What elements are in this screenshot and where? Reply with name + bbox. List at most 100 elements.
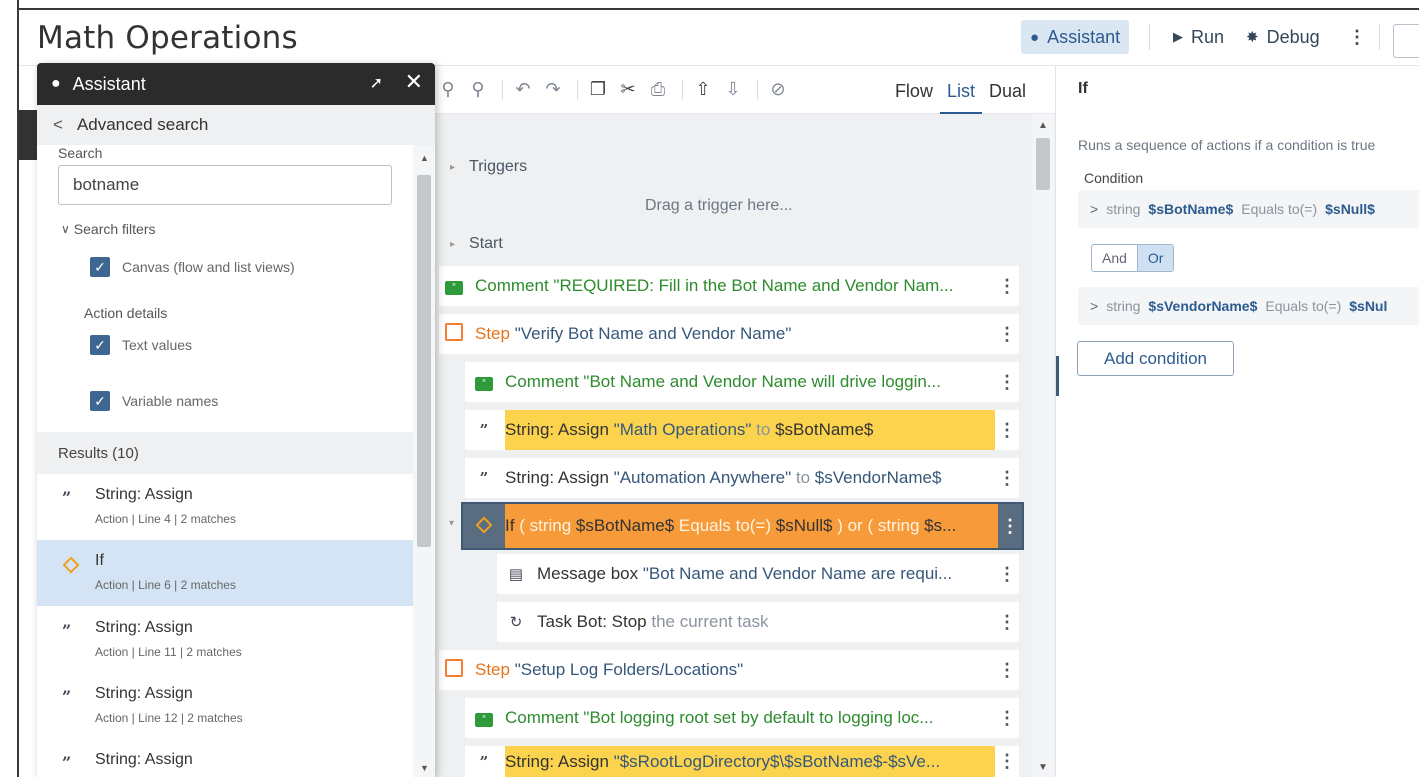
canvas-scrollbar[interactable] bbox=[1032, 114, 1054, 777]
disable-icon[interactable]: ⊘ bbox=[765, 77, 791, 103]
assistant-scrollbar-thumb[interactable] bbox=[417, 175, 431, 547]
result-item[interactable]: ” String: Assign Action | Line 12 | 2 ma… bbox=[37, 673, 413, 739]
row-menu-icon[interactable]: ⋮ bbox=[995, 372, 1019, 393]
undo-icon[interactable]: ↶ bbox=[510, 77, 536, 103]
properties-title: If bbox=[1078, 80, 1088, 97]
and-option[interactable]: And bbox=[1092, 245, 1137, 271]
move-down-icon[interactable]: ⇩ bbox=[720, 77, 746, 103]
start-label: Start bbox=[469, 235, 503, 252]
paste-icon[interactable]: ⎙ bbox=[645, 77, 671, 103]
row-menu-icon[interactable]: ⋮ bbox=[995, 660, 1019, 681]
run-button[interactable]: ▶ Run bbox=[1164, 20, 1233, 54]
left-strip-marker bbox=[19, 110, 37, 160]
toolbar-divider bbox=[682, 79, 683, 100]
result-item[interactable]: ” String: Assign Action | Line 4 | 2 mat… bbox=[37, 474, 413, 540]
row-menu-icon[interactable]: ⋮ bbox=[995, 612, 1019, 633]
comment-icon: “ bbox=[473, 709, 495, 727]
cut-icon[interactable]: ✂ bbox=[615, 77, 641, 103]
expand-icon: ▸ bbox=[450, 238, 456, 250]
scroll-down-icon[interactable]: ▼ bbox=[1038, 762, 1048, 773]
result-item[interactable]: ” String: Assign Action | Line 11 | 2 ma… bbox=[37, 607, 413, 673]
row-text: Task Bot: Stop the current task bbox=[537, 612, 769, 631]
and-or-toggle: And Or bbox=[1091, 244, 1175, 272]
search-icon[interactable]: ⚲ bbox=[465, 77, 491, 103]
debug-button[interactable]: ✸ Debug bbox=[1237, 20, 1329, 54]
chevron-right-icon: > bbox=[1090, 298, 1099, 314]
properties-panel: If Runs a sequence of actions if a condi… bbox=[1055, 66, 1419, 777]
condition-row[interactable]: > string $sBotName$ Equals to(=) $sNull$ bbox=[1078, 190, 1419, 228]
comment-icon: “ bbox=[443, 277, 465, 295]
collapse-icon[interactable]: ▾ bbox=[449, 518, 454, 529]
list-row-task-stop[interactable]: ↻ Task Bot: Stop the current task ⋮ bbox=[497, 602, 1019, 642]
scroll-up-icon[interactable]: ▲ bbox=[1038, 120, 1048, 131]
condition-row[interactable]: > string $sVendorName$ Equals to(=) $sNu… bbox=[1078, 287, 1419, 325]
kebab-icon: ⋮ bbox=[1348, 26, 1366, 47]
assistant-header: ● Assistant ➚ ✕ bbox=[37, 63, 435, 105]
search-input[interactable]: botname bbox=[58, 165, 392, 205]
condition-type: string bbox=[1106, 298, 1141, 314]
row-text: Comment "REQUIRED: Fill in the Bot Name … bbox=[475, 276, 954, 295]
list-row-comment[interactable]: “ Comment "Bot logging root set by defau… bbox=[465, 698, 1019, 738]
list-row-step[interactable]: Step "Setup Log Folders/Locations" ⋮ bbox=[439, 650, 1019, 690]
close-icon[interactable]: ✕ bbox=[405, 69, 423, 95]
or-option[interactable]: Or bbox=[1136, 245, 1174, 271]
header-action-button[interactable] bbox=[1393, 24, 1419, 58]
list-row-string-assign[interactable]: ” String: Assign "Automation Anywhere" t… bbox=[465, 458, 1019, 498]
result-title: String: Assign bbox=[95, 619, 193, 636]
chevron-down-icon: ∨ bbox=[61, 222, 70, 236]
row-menu-icon[interactable]: ⋮ bbox=[995, 324, 1019, 345]
if-diamond-icon bbox=[473, 516, 495, 535]
panel-resize-handle[interactable] bbox=[1056, 356, 1059, 396]
row-menu-icon[interactable]: ⋮ bbox=[995, 468, 1019, 489]
row-menu-icon[interactable]: ⋮ bbox=[995, 751, 1019, 772]
result-title: String: Assign bbox=[95, 486, 193, 503]
assistant-button-label: Assistant bbox=[1047, 26, 1121, 47]
unpin-icon[interactable]: ➚ bbox=[370, 73, 383, 93]
redo-icon[interactable]: ↷ bbox=[540, 77, 566, 103]
list-row-string-assign[interactable]: ” String: Assign "$sRootLogDirectory$\$s… bbox=[465, 746, 1019, 777]
row-menu-icon[interactable]: ⋮ bbox=[995, 276, 1019, 297]
results-header: Results (10) bbox=[37, 432, 413, 474]
condition-operator: Equals to(=) bbox=[1241, 201, 1318, 217]
tab-list[interactable]: List bbox=[939, 66, 982, 114]
tab-flow[interactable]: Flow bbox=[888, 66, 940, 114]
list-row-if[interactable]: If ( string $sBotName$ Equals to(=) $sNu… bbox=[461, 502, 1024, 550]
move-up-icon[interactable]: ⇧ bbox=[690, 77, 716, 103]
list-row-step[interactable]: Step "Verify Bot Name and Vendor Name" ⋮ bbox=[439, 314, 1019, 354]
start-section[interactable]: ▸ Start bbox=[450, 235, 503, 253]
condition-label: Condition bbox=[1084, 170, 1144, 186]
row-menu-icon[interactable]: ⋮ bbox=[995, 564, 1019, 585]
chevron-right-icon: > bbox=[1090, 201, 1099, 217]
search-filters-toggle[interactable]: ∨ Search filters bbox=[61, 221, 156, 237]
list-row-comment[interactable]: “ Comment "Bot Name and Vendor Name will… bbox=[465, 362, 1019, 402]
step-icon bbox=[443, 323, 465, 345]
scroll-up-icon[interactable]: ▲ bbox=[420, 153, 429, 163]
filter-canvas-checkbox[interactable]: ✓ Canvas (flow and list views) bbox=[90, 257, 295, 277]
result-item-selected[interactable]: If Action | Line 6 | 2 matches bbox=[37, 540, 413, 606]
triggers-section[interactable]: ▸ Triggers bbox=[450, 158, 527, 176]
list-row-comment[interactable]: “ Comment "REQUIRED: Fill in the Bot Nam… bbox=[439, 266, 1019, 306]
row-menu-icon[interactable]: ⋮ bbox=[998, 516, 1022, 537]
more-options-button[interactable]: ⋮ bbox=[1339, 20, 1375, 54]
filter-text-checkbox[interactable]: ✓ Text values bbox=[90, 335, 192, 355]
list-row-string-assign[interactable]: ” String: Assign "Math Operations" to $s… bbox=[465, 410, 1019, 450]
zoom-fit-icon[interactable]: ⚲ bbox=[435, 77, 461, 103]
add-condition-button[interactable]: Add condition bbox=[1077, 341, 1234, 376]
canvas-scrollbar-thumb[interactable] bbox=[1036, 138, 1050, 190]
filter-vars-checkbox[interactable]: ✓ Variable names bbox=[90, 391, 218, 411]
row-menu-icon[interactable]: ⋮ bbox=[995, 420, 1019, 441]
result-title: String: Assign bbox=[95, 685, 193, 702]
chevron-left-icon: < bbox=[53, 115, 63, 134]
result-title: If bbox=[95, 552, 104, 569]
list-row-message-box[interactable]: ▤ Message box "Bot Name and Vendor Name … bbox=[497, 554, 1019, 594]
condition-variable: $sVendorName$ bbox=[1148, 298, 1258, 314]
result-item[interactable]: ” String: Assign bbox=[37, 739, 413, 777]
copy-icon[interactable]: ❐ bbox=[585, 77, 611, 103]
row-menu-icon[interactable]: ⋮ bbox=[995, 708, 1019, 729]
row-text: Comment "Bot logging root set by default… bbox=[505, 708, 934, 727]
comment-icon: “ bbox=[473, 373, 495, 391]
assistant-button[interactable]: ● Assistant bbox=[1021, 20, 1130, 54]
tab-dual[interactable]: Dual bbox=[982, 66, 1033, 114]
scroll-down-icon[interactable]: ▼ bbox=[420, 763, 429, 773]
back-to-advanced-search[interactable]: < Advanced search bbox=[37, 105, 435, 145]
